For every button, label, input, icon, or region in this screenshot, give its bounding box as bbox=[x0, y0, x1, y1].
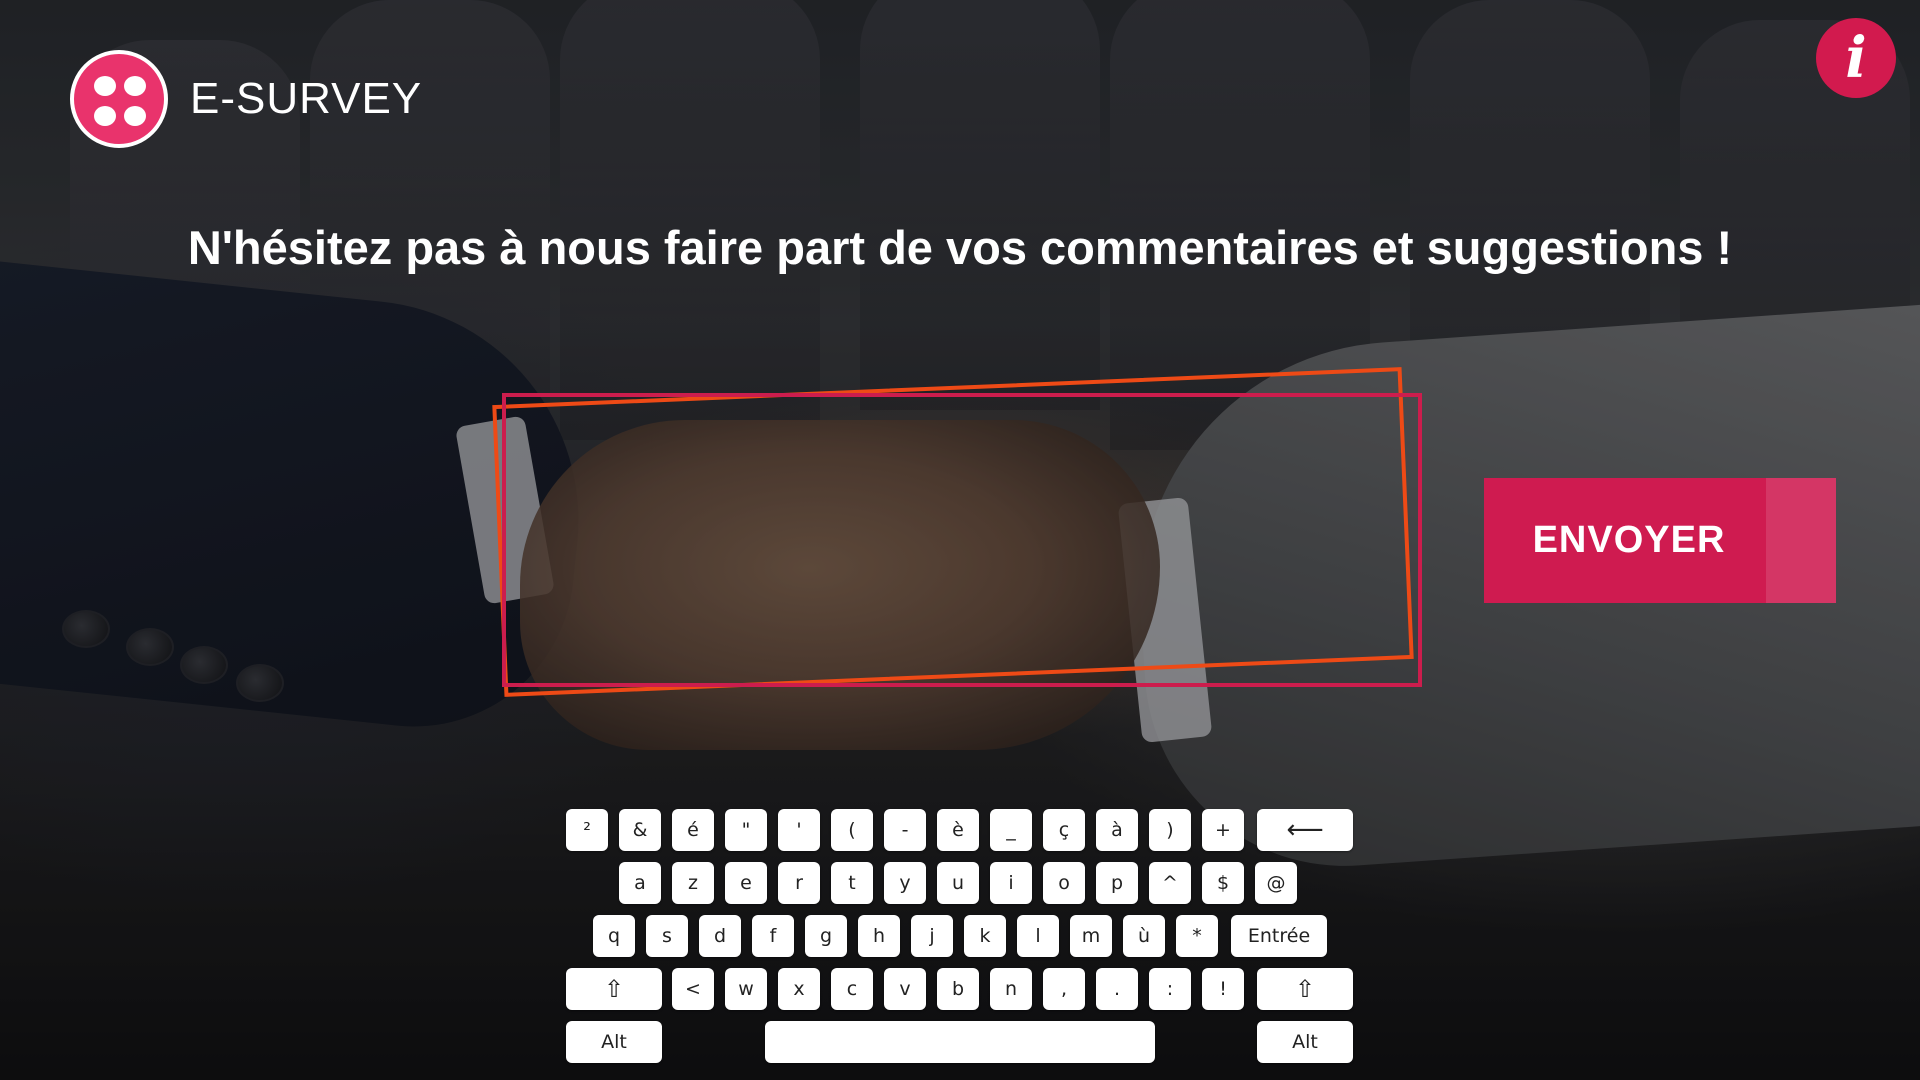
key[interactable]: x bbox=[778, 968, 820, 1010]
alt-key-left[interactable]: Alt bbox=[566, 1021, 662, 1063]
key[interactable]: z bbox=[672, 862, 714, 904]
key[interactable]: : bbox=[1149, 968, 1191, 1010]
key[interactable]: & bbox=[619, 809, 661, 851]
key[interactable]: ² bbox=[566, 809, 608, 851]
key[interactable]: o bbox=[1043, 862, 1085, 904]
shift-key-right[interactable]: ⇧ bbox=[1257, 968, 1353, 1010]
backspace-key[interactable]: ⟵ bbox=[1257, 809, 1353, 851]
key[interactable]: @ bbox=[1255, 862, 1297, 904]
shift-key-left[interactable]: ⇧ bbox=[566, 968, 662, 1010]
key[interactable]: ! bbox=[1202, 968, 1244, 1010]
key[interactable]: r bbox=[778, 862, 820, 904]
key[interactable]: + bbox=[1202, 809, 1244, 851]
space-key[interactable] bbox=[765, 1021, 1155, 1063]
key[interactable]: _ bbox=[990, 809, 1032, 851]
key[interactable]: b bbox=[937, 968, 979, 1010]
key[interactable]: p bbox=[1096, 862, 1138, 904]
key[interactable]: < bbox=[672, 968, 714, 1010]
key[interactable]: m bbox=[1070, 915, 1112, 957]
page-title: N'hésitez pas à nous faire part de vos c… bbox=[187, 221, 1733, 274]
brand-name: E-SURVEY bbox=[190, 74, 423, 123]
key[interactable]: " bbox=[725, 809, 767, 851]
key[interactable]: ' bbox=[778, 809, 820, 851]
send-button[interactable]: ENVOYER bbox=[1484, 478, 1836, 603]
key[interactable]: j bbox=[911, 915, 953, 957]
alt-key-right[interactable]: Alt bbox=[1257, 1021, 1353, 1063]
key[interactable]: è bbox=[937, 809, 979, 851]
info-icon[interactable]: i bbox=[1816, 18, 1896, 98]
key[interactable]: w bbox=[725, 968, 767, 1010]
key[interactable]: i bbox=[990, 862, 1032, 904]
key[interactable]: ( bbox=[831, 809, 873, 851]
key[interactable]: n bbox=[990, 968, 1032, 1010]
key[interactable]: q bbox=[593, 915, 635, 957]
key[interactable]: t bbox=[831, 862, 873, 904]
enter-key[interactable]: Entrée bbox=[1231, 915, 1327, 957]
key[interactable]: g bbox=[805, 915, 847, 957]
key[interactable]: l bbox=[1017, 915, 1059, 957]
key[interactable]: f bbox=[752, 915, 794, 957]
key[interactable]: $ bbox=[1202, 862, 1244, 904]
key[interactable]: - bbox=[884, 809, 926, 851]
key[interactable]: ç bbox=[1043, 809, 1085, 851]
key[interactable]: v bbox=[884, 968, 926, 1010]
key[interactable]: a bbox=[619, 862, 661, 904]
key[interactable]: , bbox=[1043, 968, 1085, 1010]
key[interactable]: c bbox=[831, 968, 873, 1010]
key[interactable]: e bbox=[725, 862, 767, 904]
send-button-label: ENVOYER bbox=[1532, 519, 1726, 561]
smiley-faces-logo-icon bbox=[70, 50, 168, 148]
key[interactable]: à bbox=[1096, 809, 1138, 851]
survey-screen: E-SURVEY i N'hésitez pas à nous faire pa… bbox=[0, 0, 1920, 1080]
key[interactable]: ^ bbox=[1149, 862, 1191, 904]
key[interactable]: ) bbox=[1149, 809, 1191, 851]
key[interactable]: s bbox=[646, 915, 688, 957]
comment-input[interactable] bbox=[502, 393, 1422, 687]
key[interactable]: y bbox=[884, 862, 926, 904]
key[interactable]: ù bbox=[1123, 915, 1165, 957]
key[interactable]: k bbox=[964, 915, 1006, 957]
key[interactable]: . bbox=[1096, 968, 1138, 1010]
key[interactable]: h bbox=[858, 915, 900, 957]
key[interactable]: u bbox=[937, 862, 979, 904]
button-shade bbox=[1766, 478, 1836, 603]
key[interactable]: * bbox=[1176, 915, 1218, 957]
key[interactable]: d bbox=[699, 915, 741, 957]
key[interactable]: é bbox=[672, 809, 714, 851]
